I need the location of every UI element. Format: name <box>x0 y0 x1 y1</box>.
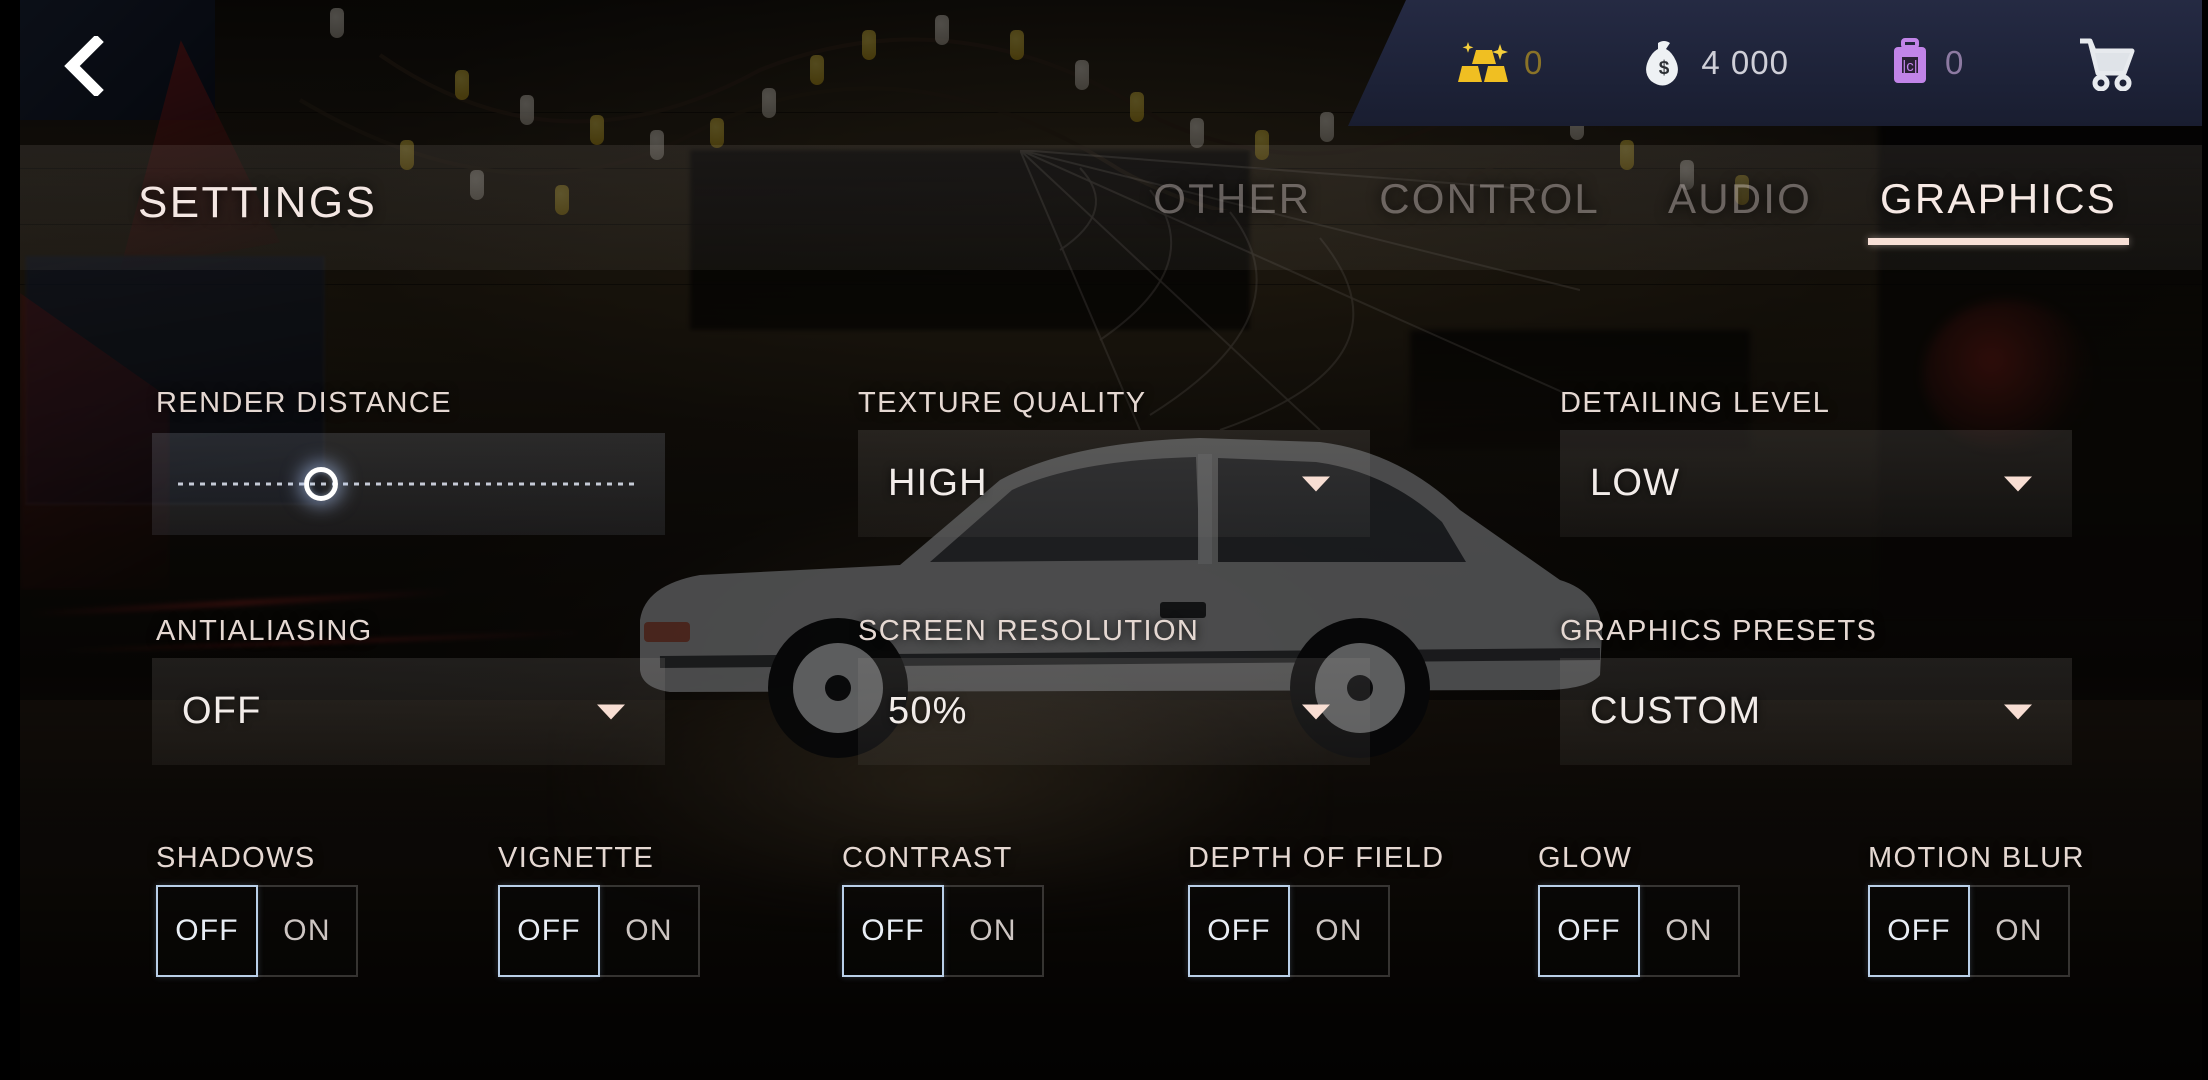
letterbox-right <box>2202 0 2208 1080</box>
shadows-off-option[interactable]: OFF <box>156 885 258 977</box>
money-bag-icon: $ <box>1641 38 1687 88</box>
gold-value: 0 <box>1524 44 1544 81</box>
texture-quality-value: HIGH <box>888 462 988 504</box>
shadows-toggle[interactable]: OFF ON <box>156 885 358 977</box>
vignette-label: VIGNETTE <box>498 842 655 874</box>
back-chevron-icon <box>64 36 104 96</box>
chevron-down-icon <box>2004 476 2032 491</box>
svg-text:|c|: |c| <box>1902 58 1917 75</box>
motion-blur-on-option[interactable]: ON <box>1968 885 2070 977</box>
contrast-off-option[interactable]: OFF <box>842 885 944 977</box>
slider-handle[interactable] <box>303 467 338 501</box>
briefcase-icon: |c| <box>1889 38 1931 88</box>
glow-on-option[interactable]: ON <box>1638 885 1740 977</box>
settings-tabs: OTHER CONTROL AUDIO GRAPHICS <box>1153 175 2129 263</box>
motion-blur-off-option[interactable]: OFF <box>1868 885 1970 977</box>
case-value: 0 <box>1944 44 1965 81</box>
graphics-settings-content: RENDER DISTANCE TEXTURE QUALITY HIGH DET… <box>20 330 2202 1080</box>
detailing-level-value: LOW <box>1590 462 1681 504</box>
contrast-label: CONTRAST <box>842 842 1013 874</box>
tab-audio[interactable]: AUDIO <box>1668 175 1812 263</box>
shop-cart-button[interactable] <box>2076 0 2138 126</box>
letterbox-left <box>0 0 20 1080</box>
page-title: SETTINGS <box>138 178 378 227</box>
slider-track <box>178 482 639 486</box>
back-button[interactable] <box>48 28 124 104</box>
motion-blur-toggle[interactable]: OFF ON <box>1868 885 2070 977</box>
graphics-presets-label: GRAPHICS PRESETS <box>1560 615 1878 647</box>
texture-quality-label: TEXTURE QUALITY <box>858 387 1147 419</box>
depth-of-field-off-option[interactable]: OFF <box>1188 885 1290 977</box>
screen-resolution-dropdown[interactable]: 50% <box>858 658 1370 765</box>
screen-resolution-value: 50% <box>888 690 968 732</box>
hud-case[interactable]: |c| 0 <box>1889 0 1964 126</box>
antialiasing-dropdown[interactable]: OFF <box>152 658 665 765</box>
contrast-toggle[interactable]: OFF ON <box>842 885 1044 977</box>
game-settings-screen: 0 $ 4 000 |c| 0 SETTINGS OTHER CONTROL A… <box>0 0 2208 1080</box>
shadows-label: SHADOWS <box>156 842 316 874</box>
chevron-down-icon <box>597 704 625 719</box>
shopping-cart-icon <box>2076 35 2138 91</box>
render-distance-label: RENDER DISTANCE <box>156 387 452 419</box>
antialiasing-value: OFF <box>182 690 262 732</box>
shadows-on-option[interactable]: ON <box>256 885 358 977</box>
depth-of-field-toggle[interactable]: OFF ON <box>1188 885 1390 977</box>
chevron-down-icon <box>2004 704 2032 719</box>
hud-money[interactable]: $ 4 000 <box>1641 0 1789 126</box>
contrast-on-option[interactable]: ON <box>942 885 1044 977</box>
hud-gold[interactable]: 0 <box>1458 0 1543 126</box>
glow-label: GLOW <box>1538 842 1633 874</box>
depth-of-field-on-option[interactable]: ON <box>1288 885 1390 977</box>
chevron-down-icon <box>1302 704 1330 719</box>
svg-text:$: $ <box>1659 58 1670 79</box>
antialiasing-label: ANTIALIASING <box>156 615 373 647</box>
tab-control[interactable]: CONTROL <box>1379 175 1600 263</box>
glow-toggle[interactable]: OFF ON <box>1538 885 1740 977</box>
graphics-presets-dropdown[interactable]: CUSTOM <box>1560 658 2072 765</box>
texture-quality-dropdown[interactable]: HIGH <box>858 430 1370 537</box>
currency-hud-bar: 0 $ 4 000 |c| 0 <box>1348 0 2208 126</box>
detailing-level-dropdown[interactable]: LOW <box>1560 430 2072 537</box>
glow-off-option[interactable]: OFF <box>1538 885 1640 977</box>
chevron-down-icon <box>1302 476 1330 491</box>
vignette-on-option[interactable]: ON <box>598 885 700 977</box>
tab-other[interactable]: OTHER <box>1153 175 1311 263</box>
motion-blur-label: MOTION BLUR <box>1868 842 2085 874</box>
vignette-off-option[interactable]: OFF <box>498 885 600 977</box>
money-value: 4 000 <box>1701 44 1789 81</box>
gold-bars-icon <box>1458 40 1510 86</box>
detailing-level-label: DETAILING LEVEL <box>1560 387 1831 419</box>
vignette-toggle[interactable]: OFF ON <box>498 885 700 977</box>
render-distance-slider[interactable] <box>152 433 665 535</box>
depth-of-field-label: DEPTH OF FIELD <box>1188 842 1445 874</box>
graphics-presets-value: CUSTOM <box>1590 690 1762 732</box>
tab-graphics[interactable]: GRAPHICS <box>1868 175 2129 263</box>
screen-resolution-label: SCREEN RESOLUTION <box>858 615 1200 647</box>
settings-panel: SETTINGS OTHER CONTROL AUDIO GRAPHICS RE… <box>20 0 2202 1080</box>
